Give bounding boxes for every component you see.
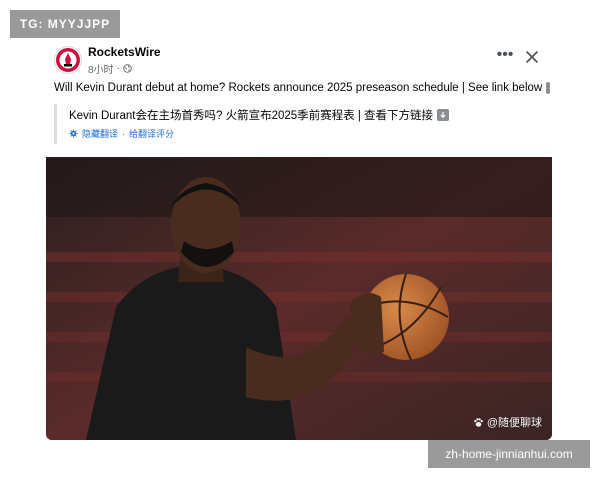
photo-credit-text: @随便聊球 <box>486 417 542 429</box>
down-arrow-icon <box>437 109 450 121</box>
more-options-button[interactable]: ••• <box>494 47 516 66</box>
meta-dot: · <box>116 63 120 74</box>
player-photo <box>46 157 552 440</box>
paw-icon <box>473 417 484 428</box>
page-name-link[interactable]: RocketsWire <box>88 45 161 59</box>
hide-translation-link[interactable]: 隐藏翻译 <box>82 127 118 140</box>
translation-text-content: Kevin Durant会在主场首秀吗? 火箭宣布2025季前赛程表 | 查看下… <box>69 110 434 122</box>
post-time[interactable]: 8小时 <box>88 61 114 76</box>
close-button[interactable] <box>522 47 542 67</box>
page-avatar[interactable] <box>54 46 82 74</box>
post-text-content: Will Kevin Durant debut at home? Rockets… <box>54 82 543 94</box>
watermark-bottom-right: zh-home-jinnianhui.com <box>428 440 590 468</box>
photo-credit: @随便聊球 <box>473 414 542 430</box>
facebook-post: RocketsWire 8小时 · ••• Will Kevin Durant … <box>46 40 555 440</box>
watermark-top-left: TG: MYYJJPP <box>10 10 120 38</box>
close-icon <box>526 51 538 63</box>
down-arrow-icon <box>546 82 555 94</box>
gear-icon <box>69 129 78 138</box>
globe-icon <box>123 64 132 73</box>
post-text: Will Kevin Durant debut at home? Rockets… <box>54 82 555 94</box>
post-photo[interactable]: @随便聊球 <box>46 157 552 440</box>
link-separator: · <box>122 128 126 139</box>
translation-block: Kevin Durant会在主场首秀吗? 火箭宣布2025季前赛程表 | 查看下… <box>54 104 544 144</box>
post-meta: 8小时 · <box>88 61 132 76</box>
rockets-logo-icon <box>56 48 80 72</box>
rate-translation-link[interactable]: 给翻译评分 <box>129 127 174 140</box>
translation-text: Kevin Durant会在主场首秀吗? 火箭宣布2025季前赛程表 | 查看下… <box>69 107 544 123</box>
translation-links: 隐藏翻译 · 给翻译评分 <box>69 127 544 140</box>
